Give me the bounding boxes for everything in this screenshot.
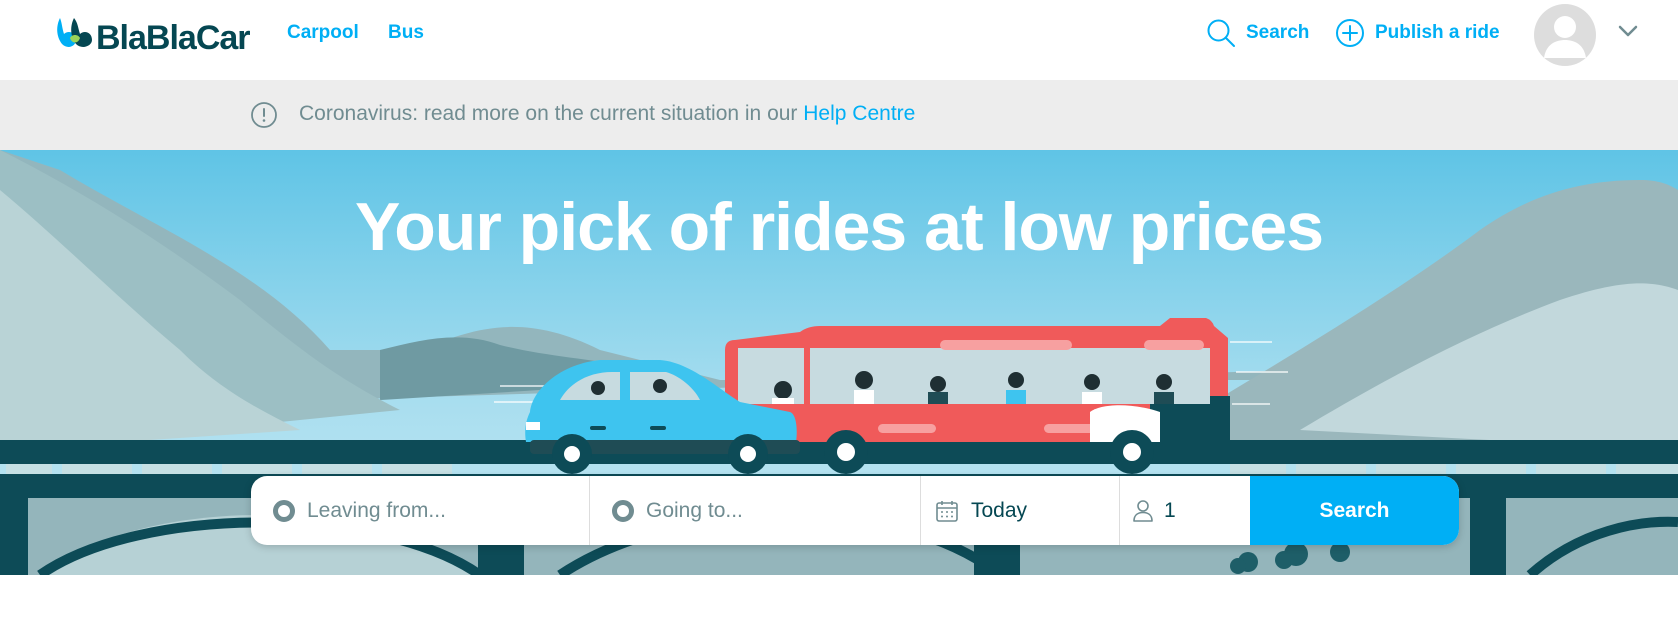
ride-search-bar: Today 1 Search xyxy=(251,476,1459,545)
calendar-icon xyxy=(936,500,958,522)
person-icon xyxy=(1133,499,1153,522)
hero-title: Your pick of rides at low prices xyxy=(354,189,1324,265)
notice-banner: Coronavirus: read more on the current si… xyxy=(0,80,1678,150)
origin-circle-icon xyxy=(273,499,295,522)
nav-carpool-link[interactable]: Carpool xyxy=(287,22,359,44)
leaving-from-input[interactable] xyxy=(307,498,547,523)
user-avatar[interactable] xyxy=(1534,4,1596,66)
search-submit-button[interactable]: Search xyxy=(1250,476,1459,545)
help-centre-link[interactable]: Help Centre xyxy=(803,102,915,125)
publish-ride-button[interactable]: Publish a ride xyxy=(1335,18,1500,48)
search-icon xyxy=(1207,19,1235,47)
plus-circle-icon xyxy=(1336,19,1364,47)
destination-circle-icon xyxy=(612,499,634,522)
top-header: BlaBlaCar Carpool Bus Search Publish a r… xyxy=(0,0,1678,80)
header-search-button[interactable]: Search xyxy=(1206,18,1309,48)
date-picker[interactable]: Today xyxy=(920,476,1119,545)
publish-ride-label: Publish a ride xyxy=(1375,22,1500,43)
passengers-value: 1 xyxy=(1164,498,1176,522)
chevron-down-icon[interactable] xyxy=(1618,24,1638,38)
passengers-picker[interactable]: 1 xyxy=(1119,476,1250,545)
nav-bus-link[interactable]: Bus xyxy=(388,22,424,44)
notice-text: Coronavirus: read more on the current si… xyxy=(299,102,915,126)
header-search-label: Search xyxy=(1246,22,1310,43)
blablacar-logo[interactable]: BlaBlaCar xyxy=(54,14,251,57)
leaving-from-field[interactable] xyxy=(251,476,589,545)
going-to-input[interactable] xyxy=(646,498,886,523)
info-icon xyxy=(251,102,277,128)
notice-message: Coronavirus: read more on the current si… xyxy=(299,102,804,125)
avatar-placeholder-icon xyxy=(1544,16,1586,58)
date-value: Today xyxy=(971,498,1028,522)
logo-text: BlaBlaCar xyxy=(96,18,251,57)
going-to-field[interactable] xyxy=(589,476,920,545)
blablacar-logo-icon xyxy=(57,18,92,47)
